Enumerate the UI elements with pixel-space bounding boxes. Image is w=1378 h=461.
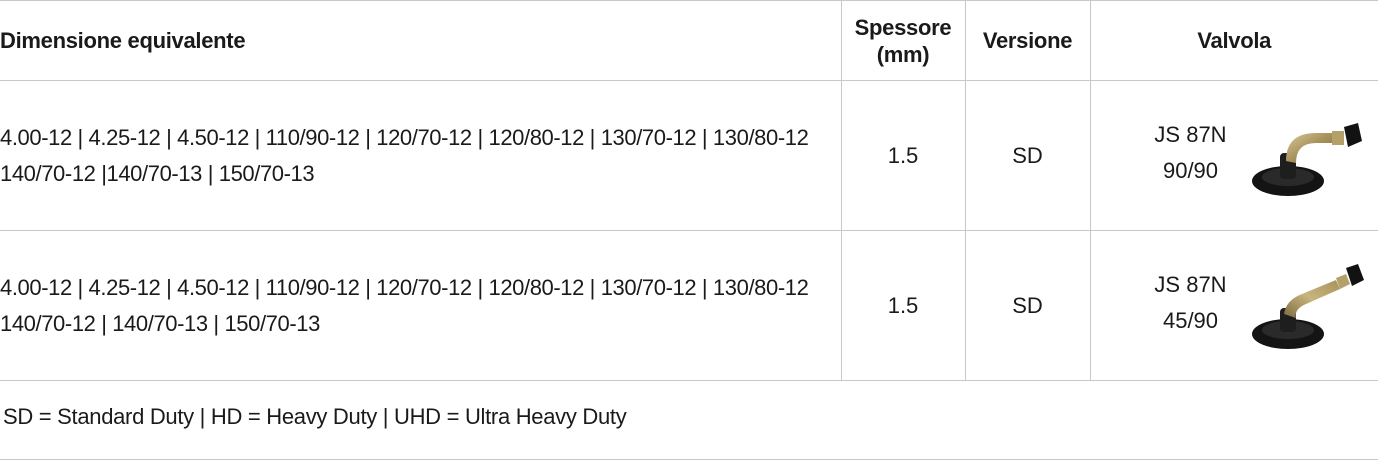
dimension-line1: 4.00-12 | 4.25-12 | 4.50-12 | 110/90-12 … <box>0 274 809 300</box>
valve-45-degree-icon <box>1251 264 1364 349</box>
valve-model: JS 87N 45/90 <box>1141 267 1241 339</box>
dimension-cell: 4.00-12 | 4.25-12 | 4.50-12 | 110/90-12 … <box>0 80 841 231</box>
header-dimension: Dimensione equivalente <box>0 0 841 81</box>
dimension-line1: 4.00-12 | 4.25-12 | 4.50-12 | 110/90-12 … <box>0 124 809 150</box>
version-cell: SD <box>964 230 1090 381</box>
spec-sheet: Dimensione equivalente Spessore (mm) Ver… <box>0 0 1378 461</box>
valve-line1: JS 87N <box>1154 272 1227 297</box>
valve-line1: JS 87N <box>1154 122 1227 147</box>
dimension-line2: 140/70-12 | 140/70-13 | 150/70-13 <box>0 310 320 336</box>
valve-cell: JS 87N 45/90 <box>1089 230 1378 381</box>
thickness-cell: 1.5 <box>840 80 965 231</box>
valve-line2: 45/90 <box>1162 308 1219 333</box>
header-thickness-line2: (mm) <box>876 41 930 67</box>
thickness-cell: 1.5 <box>840 230 965 381</box>
header-valve: Valvola <box>1089 0 1378 81</box>
header-thickness: Spessore (mm) <box>840 0 965 81</box>
valve-90-degree-icon <box>1251 123 1362 196</box>
header-version: Versione <box>964 0 1090 81</box>
version-cell: SD <box>964 80 1090 231</box>
duty-legend: SD = Standard Duty | HD = Heavy Duty | U… <box>3 404 627 429</box>
table-row: 4.00-12 | 4.25-12 | 4.50-12 | 110/90-12 … <box>0 230 1378 381</box>
dimension-line2: 140/70-12 |140/70-13 | 150/70-13 <box>0 160 315 186</box>
valve-model: JS 87N 90/90 <box>1141 117 1241 189</box>
header-row: Dimensione equivalente Spessore (mm) Ver… <box>0 0 1378 81</box>
header-thickness-line1: Spessore <box>854 14 952 40</box>
valve-line2: 90/90 <box>1162 158 1219 183</box>
inner-tube-spec-table: Dimensione equivalente Spessore (mm) Ver… <box>0 0 1378 381</box>
valve-cell: JS 87N 90/90 <box>1089 80 1378 231</box>
table-row: 4.00-12 | 4.25-12 | 4.50-12 | 110/90-12 … <box>0 80 1378 231</box>
dimension-cell: 4.00-12 | 4.25-12 | 4.50-12 | 110/90-12 … <box>0 230 841 381</box>
footer-divider <box>0 459 1378 460</box>
